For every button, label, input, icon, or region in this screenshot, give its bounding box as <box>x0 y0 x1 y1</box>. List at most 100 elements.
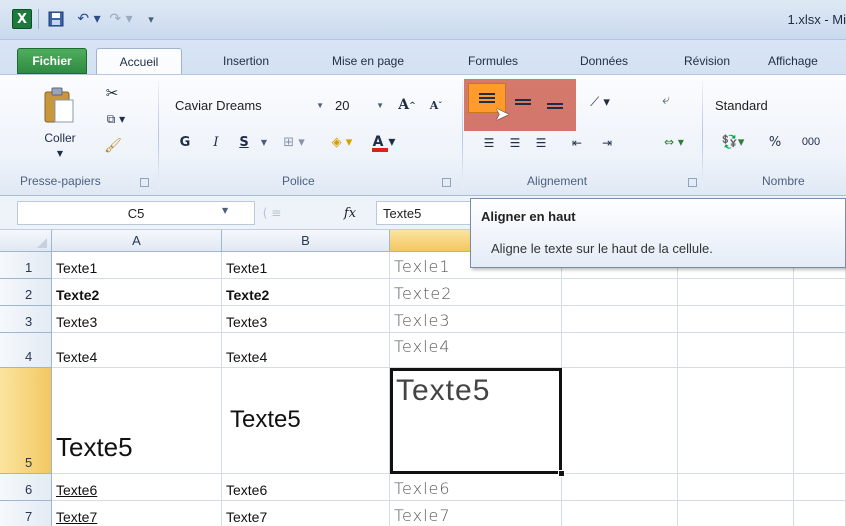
chevron-down-icon[interactable]: ▼ <box>55 149 65 158</box>
cell-a3[interactable]: Texte3 <box>52 306 222 333</box>
chevron-down-icon[interactable]: ▼ <box>258 131 270 153</box>
cell-empty[interactable] <box>678 474 794 501</box>
cell-c3[interactable]: Texle3 <box>390 306 562 333</box>
cell-b7[interactable]: Texte7 <box>222 501 390 526</box>
shrink-font-button[interactable]: Aˇ <box>424 94 448 116</box>
orientation-icon[interactable]: ⟋ ▾ <box>580 91 620 113</box>
underline-button[interactable]: S <box>233 131 255 153</box>
cell-empty[interactable] <box>678 368 794 474</box>
tab-insertion[interactable]: Insertion <box>200 48 292 74</box>
font-size-combo[interactable]: 20 ▼ <box>330 94 388 116</box>
tab-fichier[interactable]: Fichier <box>17 48 87 74</box>
cell-empty[interactable] <box>562 279 678 306</box>
cell-empty[interactable] <box>794 501 846 526</box>
cell-a1[interactable]: Texte1 <box>52 252 222 279</box>
font-name-combo[interactable]: Caviar Dreams ▼ <box>170 94 328 116</box>
tab-mise-en-page[interactable]: Mise en page <box>306 48 430 74</box>
font-color-button[interactable]: A ▾ <box>364 131 404 153</box>
chevron-down-icon[interactable]: ▼ <box>376 101 384 110</box>
save-icon[interactable] <box>46 9 66 29</box>
cell-empty[interactable] <box>678 306 794 333</box>
alignment-launcher-icon[interactable] <box>688 178 697 187</box>
paste-icon[interactable] <box>42 85 76 125</box>
currency-icon[interactable]: 💱▾ <box>715 131 751 153</box>
tab-revision[interactable]: Révision <box>666 48 748 74</box>
align-bottom-button[interactable] <box>542 91 568 113</box>
column-header-a[interactable]: A <box>52 230 222 252</box>
align-center-button[interactable]: ☰ <box>504 133 526 153</box>
fill-handle[interactable] <box>558 470 565 477</box>
format-painter-icon[interactable]: 🖌 <box>102 135 124 157</box>
cell-a2[interactable]: Texte2 <box>52 279 222 306</box>
grow-font-button[interactable]: A ^ <box>395 94 419 116</box>
tab-accueil[interactable]: Accueil <box>96 48 182 75</box>
row-header[interactable]: 2 <box>0 279 52 306</box>
cell-empty[interactable] <box>678 333 794 368</box>
cell-c2[interactable]: Texte2 <box>390 279 562 306</box>
redo-button[interactable]: ↷ ▾ <box>106 9 136 29</box>
cell-empty[interactable] <box>678 279 794 306</box>
cell-b4[interactable]: Texte4 <box>222 333 390 368</box>
row-header[interactable]: 4 <box>0 333 52 368</box>
italic-button[interactable]: I <box>205 131 227 153</box>
chevron-down-icon[interactable]: ▼ <box>316 101 324 110</box>
align-right-button[interactable]: ☰ <box>530 133 552 153</box>
cut-icon[interactable]: ✂ <box>102 83 122 103</box>
row-header[interactable]: 7 <box>0 501 52 526</box>
clipboard-launcher-icon[interactable] <box>140 178 149 187</box>
cell-a5[interactable]: Texte5 <box>52 368 222 474</box>
copy-icon[interactable]: ⧉ ▾ <box>102 109 130 129</box>
cell-c5[interactable]: Texte5 <box>390 368 562 474</box>
cell-b1[interactable]: Texte1 <box>222 252 390 279</box>
row-header[interactable]: 1 <box>0 252 52 279</box>
number-format-combo[interactable]: Standard <box>710 94 846 116</box>
cell-empty[interactable] <box>562 501 678 526</box>
percent-button[interactable]: % <box>766 131 784 153</box>
cell-empty[interactable] <box>562 368 678 474</box>
row-header[interactable]: 3 <box>0 306 52 333</box>
cell-empty[interactable] <box>794 279 846 306</box>
cell-b6[interactable]: Texte6 <box>222 474 390 501</box>
cell-c6[interactable]: Texle6 <box>390 474 562 501</box>
paste-button-label[interactable]: Coller <box>42 131 78 145</box>
cell-empty[interactable] <box>794 368 846 474</box>
cell-empty[interactable] <box>562 474 678 501</box>
row-header[interactable]: 5 <box>0 368 52 474</box>
cell-b3[interactable]: Texte3 <box>222 306 390 333</box>
merge-center-icon[interactable]: ⇔ ▾ <box>654 131 694 153</box>
cell-b5[interactable]: Texte5 <box>222 368 390 474</box>
tab-formules[interactable]: Formules <box>448 48 538 74</box>
formula-cancel-icon[interactable]: ( ≡ <box>260 201 284 225</box>
align-middle-button[interactable] <box>510 91 536 113</box>
cell-a6[interactable]: Texte6 <box>52 474 222 501</box>
insert-function-button[interactable]: fx <box>330 201 370 225</box>
cell-empty[interactable] <box>794 474 846 501</box>
cell-a4[interactable]: Texte4 <box>52 333 222 368</box>
cell-c7[interactable]: Texle7 <box>390 501 562 526</box>
align-left-button[interactable]: ☰ <box>478 133 500 153</box>
thousands-separator-button[interactable]: 000 <box>796 131 826 153</box>
bold-button[interactable]: G <box>174 131 196 153</box>
customize-qat-button[interactable]: ▾ <box>140 9 162 29</box>
borders-icon[interactable]: ⊞ ▾ <box>274 131 314 153</box>
select-all-corner[interactable] <box>0 230 52 252</box>
row-header[interactable]: 6 <box>0 474 52 501</box>
cell-a7[interactable]: Texte7 <box>52 501 222 526</box>
cell-empty[interactable] <box>562 333 678 368</box>
cell-c4[interactable]: Texle4 <box>390 333 562 368</box>
tab-donnees[interactable]: Données <box>558 48 650 74</box>
cell-empty[interactable] <box>678 501 794 526</box>
excel-logo-icon[interactable]: X <box>12 9 32 29</box>
decrease-indent-icon[interactable]: ⇤ <box>566 133 588 153</box>
undo-button[interactable]: ↶ ▾ <box>74 9 104 29</box>
wrap-text-icon[interactable]: ⤶ <box>654 89 678 111</box>
tab-affichage[interactable]: Affichage <box>768 48 846 74</box>
cell-empty[interactable] <box>794 306 846 333</box>
font-launcher-icon[interactable] <box>442 178 451 187</box>
fill-color-icon[interactable]: ◈ ▾ <box>322 131 362 153</box>
cell-b2[interactable]: Texte2 <box>222 279 390 306</box>
increase-indent-icon[interactable]: ⇥ <box>596 133 618 153</box>
column-header-b[interactable]: B <box>222 230 390 252</box>
name-box[interactable]: C5 <box>17 201 255 225</box>
cell-empty[interactable] <box>562 306 678 333</box>
